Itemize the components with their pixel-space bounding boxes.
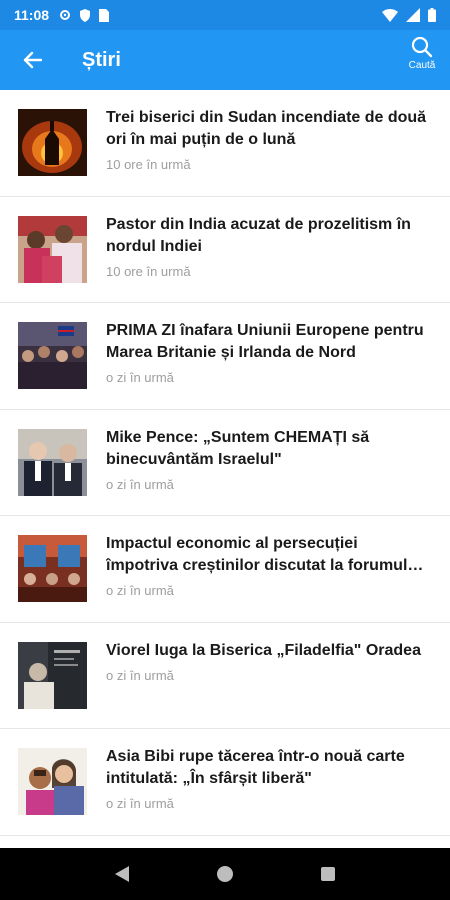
- nav-home-button[interactable]: [205, 854, 245, 894]
- news-list: Trei biserici din Sudan incendiate de do…: [0, 90, 450, 848]
- news-text: PRIMA ZI înafara Uniunii Europene pentru…: [106, 322, 432, 385]
- nav-back-button[interactable]: [102, 854, 142, 894]
- news-headline: Asia Bibi rupe tăcerea într-o nouă carte…: [106, 748, 405, 787]
- news-text: Impactul economic al persecuției împotri…: [106, 535, 432, 598]
- signal-icon: [406, 8, 420, 22]
- search-icon: [411, 36, 433, 58]
- news-item[interactable]: Viorel Iuga la Biserica „Filadelfia" Ora…: [0, 623, 450, 729]
- news-time: o zi în urmă: [106, 583, 174, 598]
- news-headline: PRIMA ZI înafara Uniunii Europene pentru…: [106, 322, 424, 361]
- status-time: 11:08: [14, 7, 50, 23]
- news-item[interactable]: PRIMA ZI înafara Uniunii Europene pentru…: [0, 303, 450, 410]
- news-thumbnail: [18, 641, 87, 709]
- nav-recents-button[interactable]: [308, 854, 348, 894]
- news-time: o zi în urmă: [106, 476, 174, 492]
- news-text: Asia Bibi rupe tăcerea într-o nouă carte…: [106, 748, 432, 811]
- news-time: o zi în urmă: [106, 796, 174, 811]
- news-thumbnail: [18, 535, 87, 602]
- settings-icon: [60, 10, 71, 20]
- news-time: 10 ore în urmă: [106, 263, 191, 279]
- sim-icon: [99, 8, 110, 22]
- news-text: Trei biserici din Sudan incendiate de do…: [106, 109, 432, 172]
- search-label: Caută: [408, 60, 436, 71]
- news-thumbnail: [18, 109, 87, 176]
- arrow-back-icon: [23, 51, 42, 69]
- news-thumbnail: [18, 428, 87, 496]
- home-circle-icon: [216, 866, 233, 882]
- back-triangle-icon: [114, 866, 129, 882]
- news-text: Pastor din India acuzat de prozelitism î…: [106, 216, 432, 279]
- news-time: 10 ore în urmă: [106, 157, 191, 172]
- news-item[interactable]: Trei biserici din Sudan incendiate de do…: [0, 90, 450, 197]
- battery-icon: [428, 8, 436, 22]
- news-thumbnail: [18, 215, 87, 283]
- status-icons-right: [382, 8, 436, 22]
- news-time: o zi în urmă: [106, 667, 174, 683]
- status-bar: 11:08: [0, 0, 450, 30]
- app-root: 11:08 Știri Caută Trei biserici din Suda…: [0, 0, 450, 900]
- news-item[interactable]: Asia Bibi rupe tăcerea într-o nouă carte…: [0, 729, 450, 836]
- news-text: Viorel Iuga la Biserica „Filadelfia" Ora…: [106, 642, 432, 683]
- news-item[interactable]: Impactul economic al persecuției împotri…: [0, 516, 450, 623]
- news-item[interactable]: Mike Pence: „Suntem CHEMAȚI să binecuvân…: [0, 410, 450, 516]
- news-headline: Impactul economic al persecuției împotri…: [106, 535, 408, 574]
- news-item[interactable]: Pastor din India acuzat de prozelitism î…: [0, 197, 450, 303]
- news-headline: Trei biserici din Sudan incendiate de do…: [106, 109, 427, 148]
- status-icons-left: [59, 8, 110, 22]
- back-button[interactable]: [0, 30, 64, 90]
- page-title: Știri: [82, 48, 121, 71]
- recents-square-icon: [321, 867, 336, 881]
- news-text: Mike Pence: „Suntem CHEMAȚI să binecuvân…: [106, 429, 432, 492]
- search-button[interactable]: Caută: [402, 36, 442, 84]
- system-nav-bar: [0, 848, 450, 900]
- news-headline: Pastor din India acuzat de prozelitism î…: [106, 215, 411, 255]
- news-thumbnail: [18, 748, 87, 815]
- wifi-icon: [382, 8, 398, 22]
- news-headline: Viorel Iuga la Biserica „Filadelfia" Ora…: [106, 641, 421, 659]
- news-thumbnail: [18, 322, 87, 389]
- shield-icon: [80, 8, 91, 22]
- news-time: o zi în urmă: [106, 370, 174, 385]
- news-headline: Mike Pence: „Suntem CHEMAȚI să binecuvân…: [106, 428, 370, 468]
- app-bar: Știri Caută: [0, 30, 450, 90]
